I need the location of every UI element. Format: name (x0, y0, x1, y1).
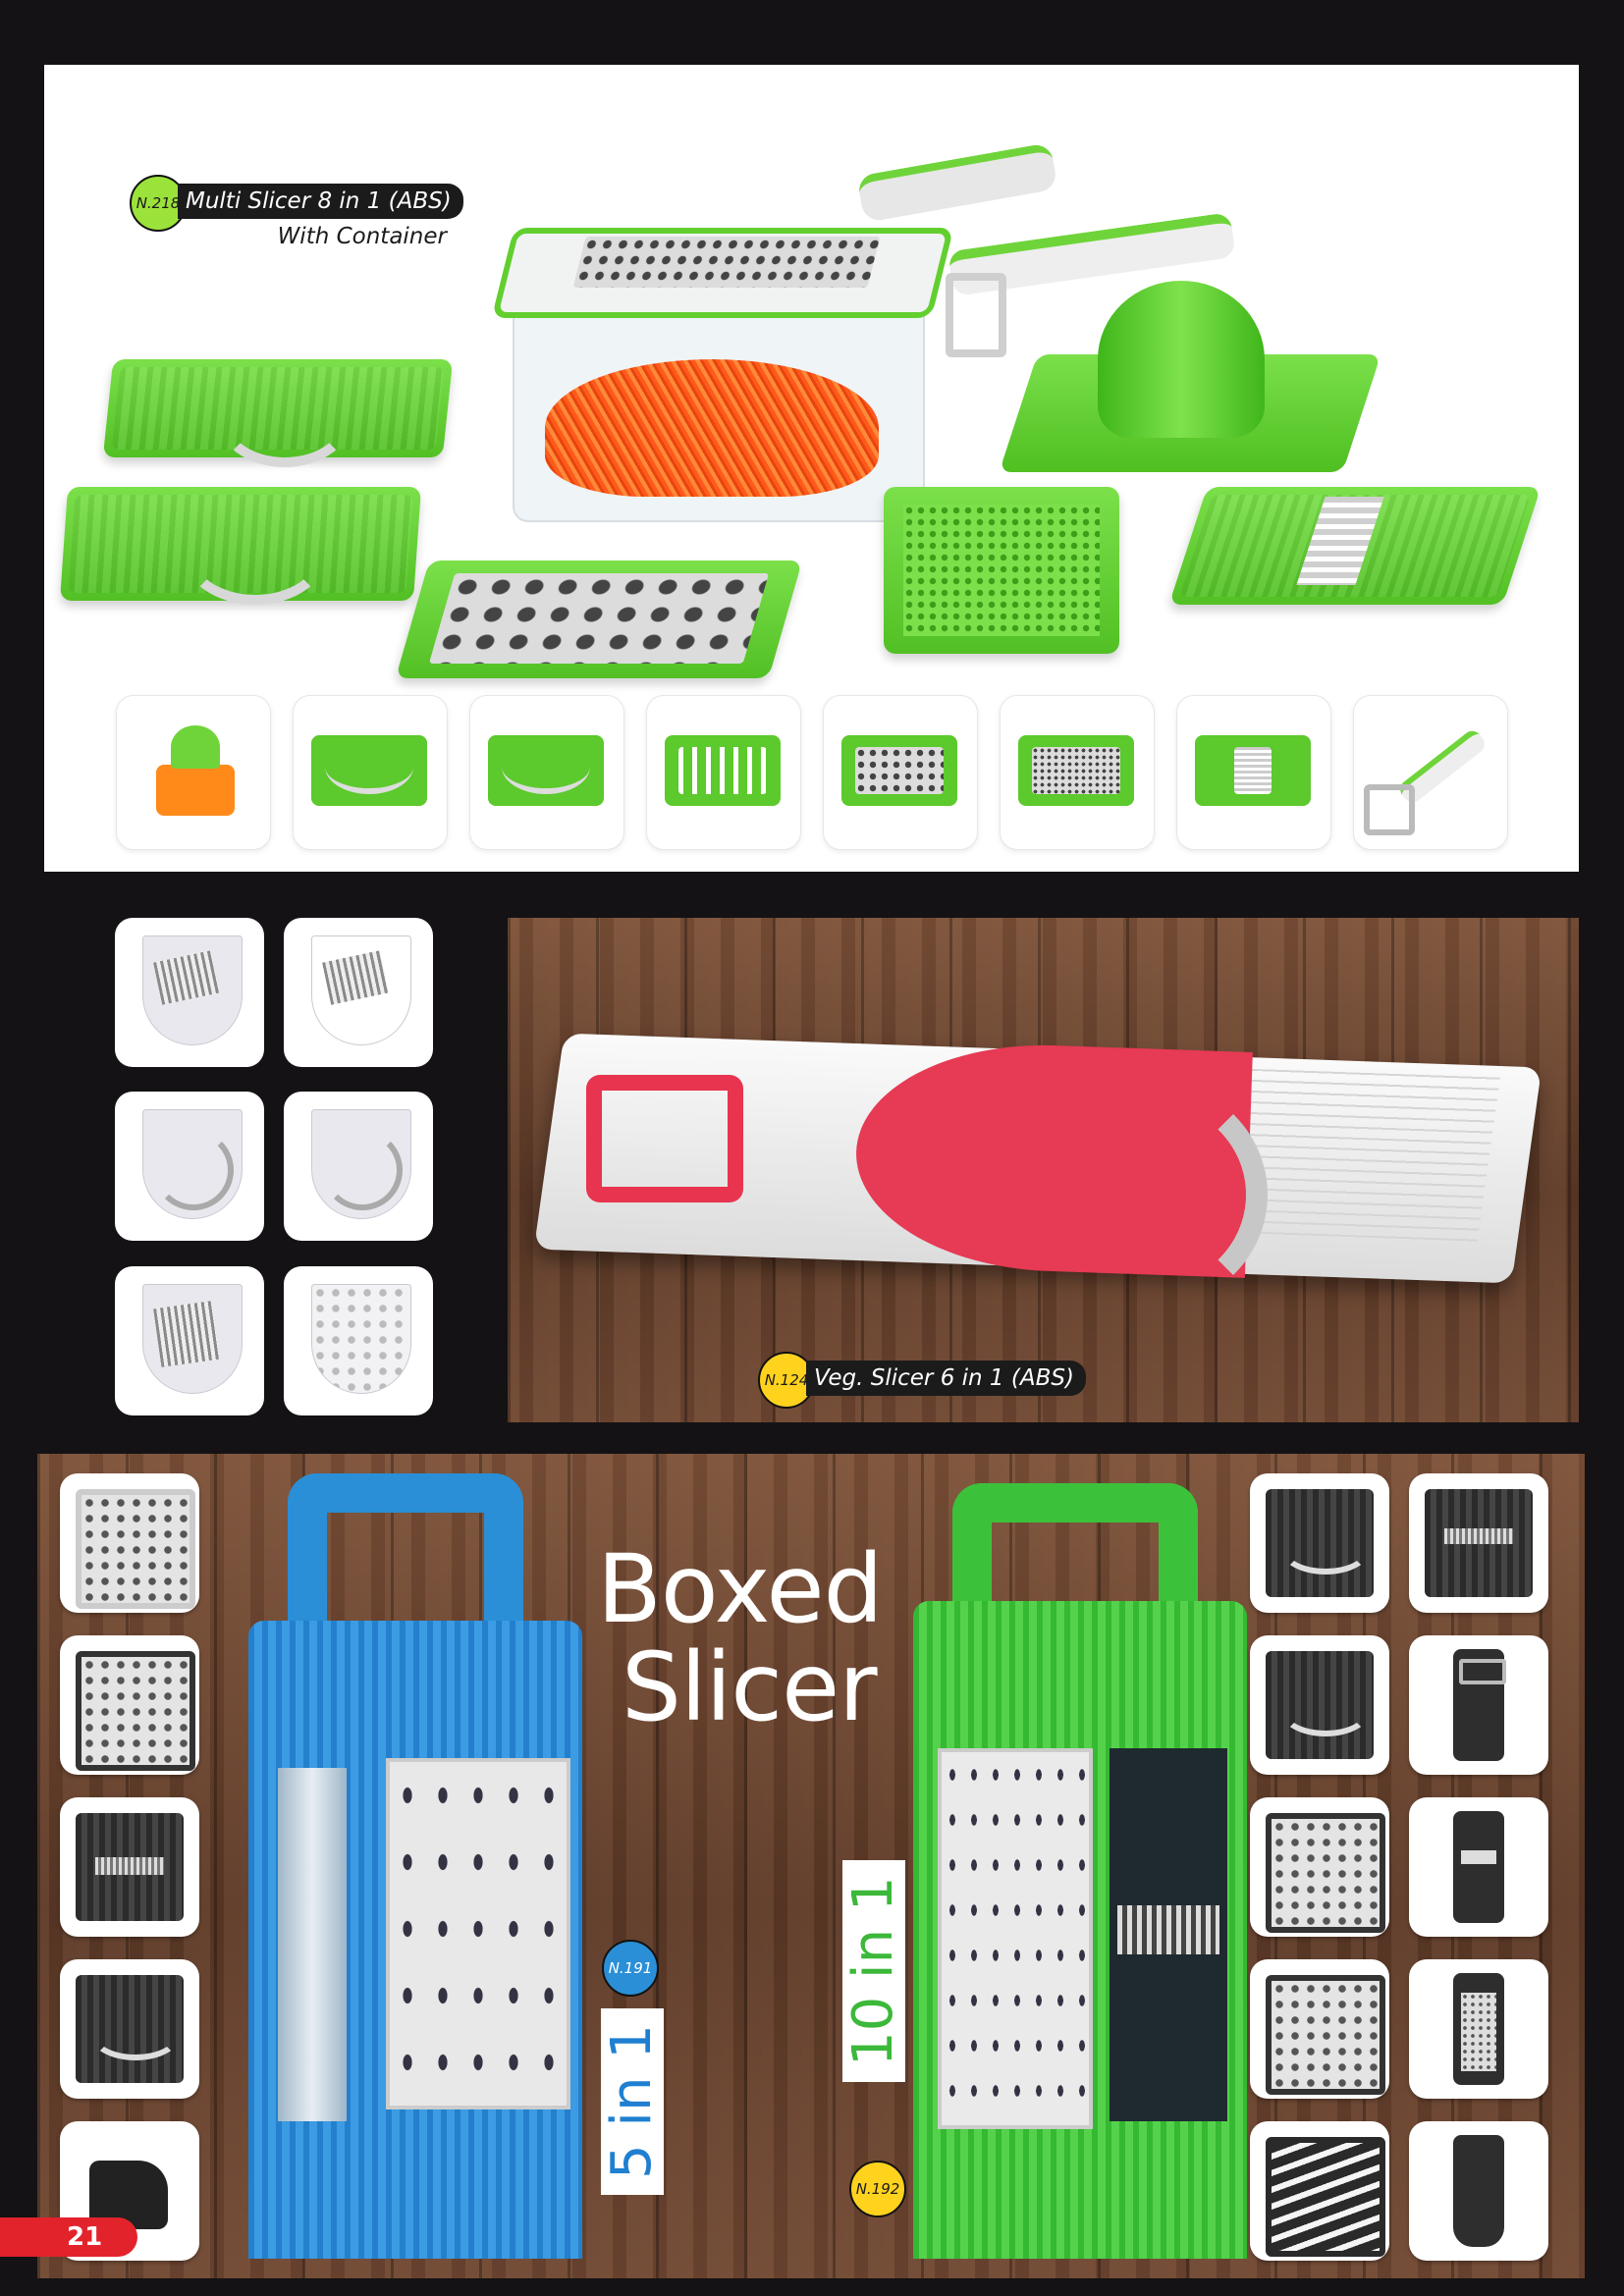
side-tile-right-2 (1409, 1473, 1548, 1613)
product-name-pill: Veg. Slicer 6 in 1 (ABS) (806, 1361, 1086, 1396)
blue-slicer-handle (288, 1473, 523, 1621)
product-name: Multi Slicer 8 in 1 (ABS) (186, 188, 452, 214)
blue-slicer-grater (386, 1758, 570, 2109)
product-name: Veg. Slicer 6 in 1 (ABS) (814, 1365, 1074, 1391)
side-tile-right-1 (1250, 1473, 1389, 1613)
product-code: N.192 (855, 2180, 900, 2198)
product-subtitle: With Container (277, 224, 447, 249)
juicer-cone (1098, 281, 1265, 438)
grated-carrot (545, 359, 879, 497)
side-tile-left-1 (60, 1473, 199, 1613)
side-tile-right-9 (1250, 2121, 1389, 2261)
boxed-slicer-panel: Boxed Slicer N.191 5 in 1 10 in 1 N.192 (37, 1454, 1585, 2278)
green-product-label: 10 in 1 (841, 1860, 905, 2082)
thumbnail-fine-grater (1000, 695, 1155, 850)
lid-handle (856, 141, 1058, 224)
product-panel-multi-slicer: N.218 Multi Slicer 8 in 1 (ABS) With Con… (44, 65, 1579, 872)
side-tile-right-10 (1409, 2121, 1548, 2261)
blade-tile-3 (115, 1092, 264, 1241)
page-number-tab: 21 (0, 2217, 137, 2257)
blue-product-label: 5 in 1 (600, 2008, 664, 2195)
blade-tile-1 (115, 918, 264, 1067)
v-blade-top (216, 364, 353, 467)
blade-tile-4 (284, 1092, 433, 1241)
blue-slicer-side-blade (278, 1768, 347, 2121)
side-tile-left-3 (60, 1797, 199, 1937)
thumbnail-coarse-grater (823, 695, 978, 850)
green-boxed-slicer (913, 1483, 1247, 2259)
product-code: N.124 (764, 1371, 809, 1389)
lid-grater (572, 237, 881, 288)
side-tile-right-4 (1409, 1635, 1548, 1775)
thumbnail-v-slicer-2 (469, 695, 624, 850)
thumbnail-v-slicer-1 (293, 695, 448, 850)
side-tile-left-2 (60, 1635, 199, 1775)
side-tile-right-8 (1409, 1959, 1548, 2099)
thumbnail-peeler (1353, 695, 1508, 850)
green-slicer-grater (938, 1748, 1093, 2129)
veg-slicer-handle (586, 1075, 743, 1202)
product-code: N.218 (135, 194, 181, 212)
coarse-grater-holes (428, 573, 770, 664)
side-tile-left-4 (60, 1959, 199, 2099)
thumbnail-julienne (1176, 695, 1331, 850)
thumbnail-strip-cutter (646, 695, 801, 850)
fine-grater-holes (903, 505, 1100, 636)
page-number: 21 (67, 2222, 103, 2252)
blue-boxed-slicer (248, 1473, 582, 2259)
veg-slicer-panel: N.124 Veg. Slicer 6 in 1 (ABS) (508, 918, 1579, 1422)
green-slicer-julienne-side (1110, 1748, 1227, 2121)
product-name-pill: Multi Slicer 8 in 1 (ABS) (178, 184, 463, 219)
peeler-head (946, 273, 1006, 357)
blade-tile-6 (284, 1266, 433, 1415)
side-tile-right-3 (1250, 1635, 1389, 1775)
veg-slicer-blade (1028, 1080, 1268, 1309)
v-blade-bottom (182, 497, 329, 605)
green-product-code-badge: N.192 (849, 2161, 906, 2217)
side-tile-right-7 (1250, 1959, 1389, 2099)
blade-tile-5 (115, 1266, 264, 1415)
section-title-line2: Slicer (622, 1632, 878, 1742)
section-title-line1: Boxed (597, 1534, 883, 1644)
blue-product-code-badge: N.191 (602, 1940, 659, 1997)
product-code: N.191 (608, 1959, 653, 1977)
side-tile-right-6 (1409, 1797, 1548, 1937)
side-tile-right-5 (1250, 1797, 1389, 1937)
blade-tile-2 (284, 918, 433, 1067)
thumbnail-juicer-set (116, 695, 271, 850)
